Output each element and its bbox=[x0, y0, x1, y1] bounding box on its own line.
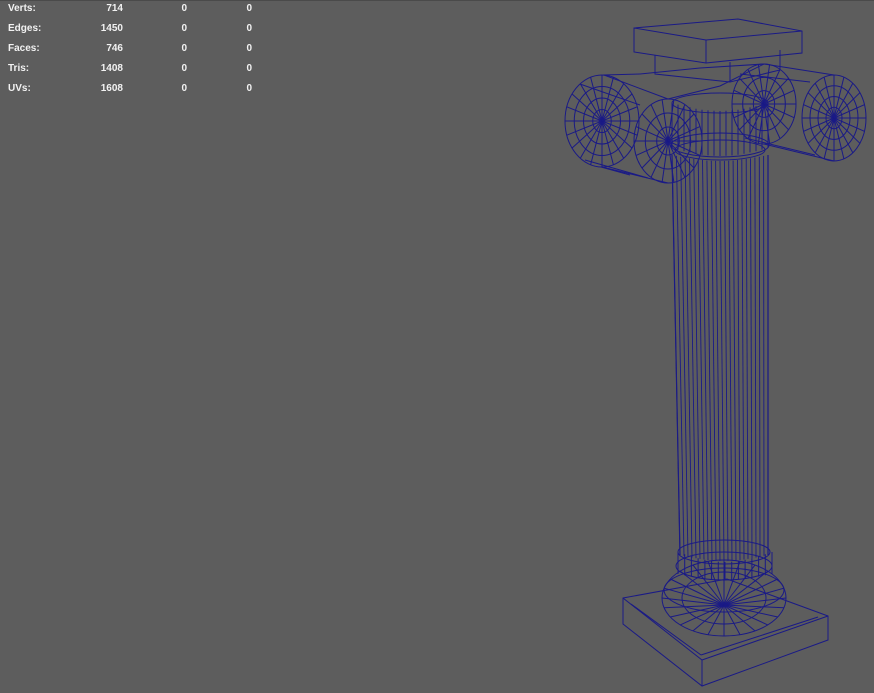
wireframe-mesh bbox=[564, 18, 867, 687]
ionic-column-wireframe-icon[interactable] bbox=[0, 0, 874, 693]
viewport-panel[interactable]: Verts: 714 0 0 Edges: 1450 0 0 Faces: 74… bbox=[0, 0, 874, 693]
